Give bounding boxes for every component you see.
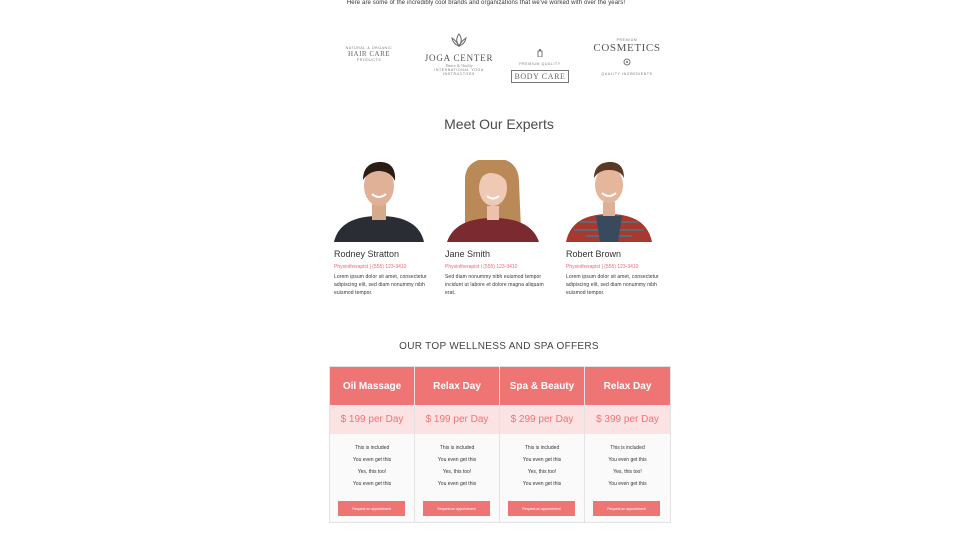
experts-heading: Meet Our Experts <box>444 116 554 132</box>
plan-feature: You even get this <box>437 481 477 487</box>
body-care-logo-top: PREMIUM QUALITY <box>519 62 561 66</box>
expert-name: Rodney Stratton <box>334 249 400 259</box>
body-care-logo: PREMIUM QUALITY BODY CARE <box>508 44 572 84</box>
expert-bio: Sed diam nonummy nibh euismod tempor inc… <box>445 274 544 296</box>
plan-feature: Yes, this too! <box>442 469 472 475</box>
expert-photo <box>334 160 424 242</box>
expert-bio: Lorem ipsum dolor sit amet, consectetur … <box>334 274 427 296</box>
plan-feature: You even get this <box>608 481 647 487</box>
hair-care-logo-bottom: PRODUCTS <box>356 58 382 62</box>
cosmetics-logo: PREMIUM COSMETICS QUALITY INGREDIENTS <box>592 38 662 76</box>
request-appointment-button[interactable]: Request an appointment <box>423 501 490 516</box>
request-appointment-button[interactable]: Request an appointment <box>508 501 575 516</box>
joga-center-logo: JOGA CENTER Dance & Vitality INTERNATION… <box>422 32 496 76</box>
request-appointment-button[interactable]: Request an appointment <box>338 501 405 516</box>
plan-feature: You even get this <box>608 457 647 463</box>
plan-feature: Yes, this too! <box>357 469 387 475</box>
plan-features: This is included You even get this Yes, … <box>415 434 499 490</box>
expert-role: Physiotherapist | (555) 123-3410 <box>445 264 518 270</box>
pricing-plan: Oil Massage $ 199 per Day This is includ… <box>330 367 415 522</box>
plan-features: This is included You even get this Yes, … <box>330 434 414 490</box>
expert-role: Physiotherapist | (555) 123-3410 <box>566 264 639 270</box>
plan-features: This is included You even get this Yes, … <box>585 434 670 490</box>
plan-feature: Yes, this too! <box>613 469 642 475</box>
pricing-plan: Spa & Beauty $ 299 per Day This is inclu… <box>500 367 585 522</box>
request-appointment-button[interactable]: Request an appointment <box>593 501 660 516</box>
joga-center-logo-bottom: INTERNATIONAL YOGA INSTRUCTORS <box>434 68 484 76</box>
cosmetics-logo-bottom: QUALITY INGREDIENTS <box>601 72 653 76</box>
plan-feature: You even get this <box>522 481 562 487</box>
plan-feature: This is included <box>439 445 475 451</box>
hair-care-logo: NATURAL & ORGANIC HAIR CARE PRODUCTS <box>338 46 400 62</box>
plan-name: Oil Massage <box>330 367 414 405</box>
expert-photo <box>566 160 652 242</box>
joga-center-logo-main: JOGA CENTER <box>424 53 494 63</box>
plan-feature: You even get this <box>522 457 562 463</box>
bottle-icon <box>537 49 543 58</box>
offers-heading: OUR TOP WELLNESS AND SPA OFFERS <box>399 341 599 352</box>
brand-logos: NATURAL & ORGANIC HAIR CARE PRODUCTS JOG… <box>330 32 670 86</box>
intro-text: Here are some of the incredibly cool bra… <box>346 0 626 6</box>
plan-feature: This is included <box>524 445 560 451</box>
expert-name: Jane Smith <box>445 249 491 259</box>
plan-price: $ 199 per Day <box>415 405 499 434</box>
plan-name: Relax Day <box>415 367 499 405</box>
flower-icon <box>623 58 631 66</box>
cosmetics-logo-main: COSMETICS <box>593 42 661 54</box>
pricing-plan: Relax Day $ 399 per Day This is included… <box>585 367 670 522</box>
plan-name: Relax Day <box>585 367 670 405</box>
plan-features: This is included You even get this Yes, … <box>500 434 584 490</box>
plan-feature: You even get this <box>352 457 392 463</box>
plan-price: $ 199 per Day <box>330 405 414 434</box>
lotus-icon <box>451 33 467 47</box>
plan-name: Spa & Beauty <box>500 367 584 405</box>
plan-feature: This is included <box>610 445 645 451</box>
pricing-plan: Relax Day $ 199 per Day This is included… <box>415 367 500 522</box>
plan-price: $ 299 per Day <box>500 405 584 434</box>
expert-role: Physiotherapist | (555) 123-3410 <box>334 264 407 270</box>
plan-feature: Yes, this too! <box>527 469 557 475</box>
pricing-table: Oil Massage $ 199 per Day This is includ… <box>329 366 671 523</box>
expert-bio: Lorem ipsum dolor sit amet, consectetur … <box>566 274 659 296</box>
expert-photo <box>445 160 541 242</box>
plan-feature: You even get this <box>437 457 477 463</box>
plan-feature: This is included <box>354 445 390 451</box>
body-care-logo-main: BODY CARE <box>511 70 569 83</box>
expert-name: Robert Brown <box>566 249 622 259</box>
hair-care-logo-main: HAIR CARE <box>347 50 391 58</box>
plan-price: $ 399 per Day <box>585 405 670 434</box>
plan-feature: You even get this <box>352 481 392 487</box>
